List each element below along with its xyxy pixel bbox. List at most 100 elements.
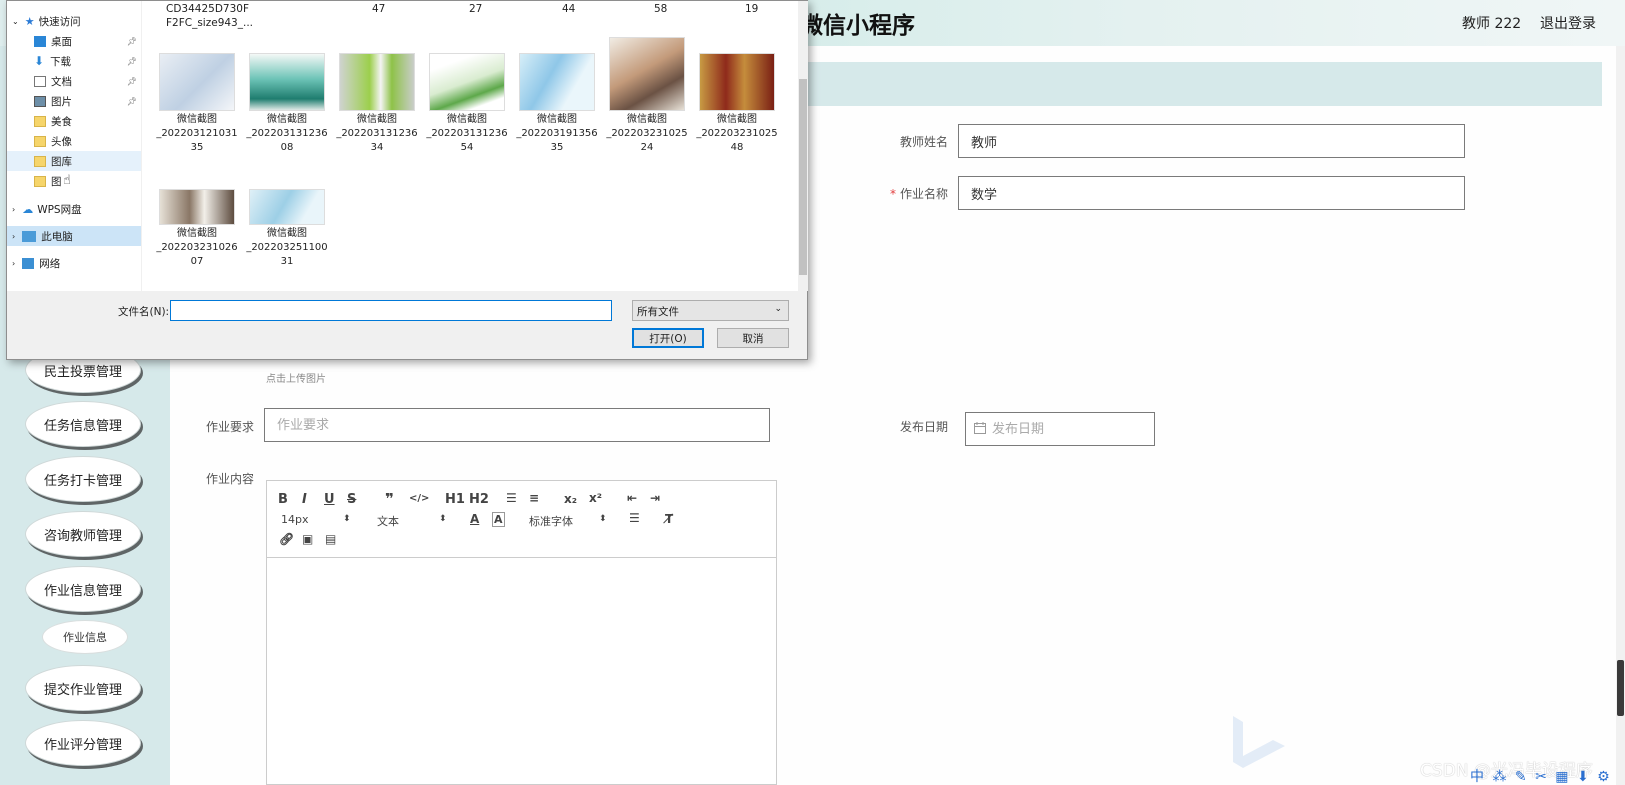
sort-arrows-icon: ⬍ [439,514,447,524]
file-thumbnail[interactable]: 微信截图 _202203231025 24 [606,37,688,155]
file-thumbnail[interactable]: 微信截图 _202203131236 34 [336,53,418,155]
publish-date-input[interactable] [992,413,1152,445]
image-icon[interactable]: ▣ [302,532,313,546]
nav-network[interactable]: › 网络 [7,253,141,273]
nav-label: 此电脑 [41,230,73,243]
clear-format-icon[interactable]: T̸ [665,512,673,526]
files-scrollbar-thumb[interactable] [799,79,807,275]
file-thumbnail[interactable]: 微信截图 _202203251100 31 [246,189,328,269]
file-name-partial[interactable]: 58 [654,3,667,15]
file-thumbnail[interactable]: 微信截图 _202203121031 35 [156,53,238,155]
heading1-icon[interactable]: H1 [445,492,465,507]
nav-pictures[interactable]: 图片 📌︎ [7,91,141,111]
file-name-partial[interactable]: CD34425D730F [166,3,249,15]
file-thumbnail[interactable]: 微信截图 _202203131236 08 [246,53,328,155]
upload-image-hint[interactable]: 点击上传图片 [266,370,326,385]
font-family-select[interactable]: 标准字体 ⬍ [529,513,609,529]
superscript-icon[interactable]: x² [589,491,602,505]
italic-icon[interactable]: I [302,492,307,507]
nav-downloads[interactable]: ⬇ 下载 📌︎ [7,51,141,71]
file-name-partial[interactable]: F2FC_size943_... [166,17,253,29]
nav-documents[interactable]: 文档 📌︎ [7,71,141,91]
requirement-label: 作业要求 [205,420,254,434]
sidebar-item-homework-info[interactable]: 作业信息管理 [25,566,141,612]
heading2-icon[interactable]: H2 [469,492,489,507]
file-name: _202203121031 [156,128,238,139]
ordered-list-icon[interactable]: ☰ [506,491,517,505]
nav-folder-avatar[interactable]: 头像 [7,131,141,151]
file-thumbnail[interactable]: 微信截图 _202203131236 54 [426,53,508,155]
file-name-partial[interactable]: 47 [372,3,385,15]
sidebar-item-task-info[interactable]: 任务信息管理 [25,401,141,447]
file-name: 34 [370,142,384,153]
file-name: 35 [190,142,204,153]
file-type-select[interactable]: 所有文件 ⌄ [632,300,789,321]
computer-icon [22,230,37,242]
file-name: 35 [550,142,564,153]
file-name: 微信截图 [177,114,217,125]
nav-label: 网络 [39,257,61,270]
page-scrollbar-thumb[interactable] [1617,660,1624,716]
file-thumbnail[interactable]: 微信截图 _202203231025 48 [696,53,778,155]
publish-date-label: 发布日期 [899,420,948,434]
files-scrollbar[interactable] [798,1,808,291]
nav-this-pc[interactable]: › 此电脑 [7,226,141,246]
image-thumbnail [249,53,325,111]
nav-quick-access[interactable]: ⌄ ★ 快速访问 [7,11,141,31]
bullet-list-icon[interactable]: ≡ [529,491,539,505]
file-thumbnail[interactable]: 微信截图 _202203231026 07 [156,189,238,269]
align-icon[interactable]: ☰ [629,511,640,525]
sidebar-item-homework-score[interactable]: 作业评分管理 [25,720,141,766]
link-icon[interactable]: 🔗︎ [279,532,294,546]
nav-label: 美食 [51,115,72,128]
file-thumbnail[interactable]: 微信截图 _202203191356 35 [516,53,598,155]
taskbar-tray-icons[interactable]: 中 ⁂ ✎ ✂ ▦ ⬇ ⚙ [1470,766,1612,785]
sidebar-item-task-checkin[interactable]: 任务打卡管理 [25,456,141,502]
nav-wps[interactable]: › ☁ WPS网盘 [7,199,141,219]
bold-icon[interactable]: B [278,492,288,507]
file-name-partial[interactable]: 19 [745,3,758,15]
nav-folder-pic[interactable]: 图 ☝ [7,171,141,191]
strikethrough-icon[interactable]: S [347,492,356,507]
sort-arrows-icon: ⬍ [599,514,607,524]
file-name-partial[interactable]: 27 [469,3,482,15]
font-size-select[interactable]: 14px ⬍ [281,513,353,526]
document-icon [34,75,46,87]
underline-icon[interactable]: U [324,492,335,507]
publish-date-picker[interactable] [965,412,1155,446]
file-name: _202203131236 [336,128,418,139]
page-scrollbar[interactable] [1616,46,1625,785]
homework-name-input[interactable] [958,176,1465,210]
rich-text-editor[interactable]: B I U S ❞ </> H1 H2 ☰ ≡ x₂ x² ⇤ ⇥ 14px ⬍… [266,480,777,785]
file-name-partial[interactable]: 44 [562,3,575,15]
sidebar-item-consult-teacher[interactable]: 咨询教师管理 [25,511,141,557]
pictures-icon [34,95,46,107]
indent-icon[interactable]: ⇥ [650,491,660,505]
file-name: 24 [640,142,654,153]
outdent-icon[interactable]: ⇤ [627,491,637,505]
logout-link[interactable]: 退出登录 [1540,13,1596,33]
open-button[interactable]: 打开(O) [632,328,704,348]
font-color-icon[interactable]: A [470,512,479,526]
file-name: 微信截图 [267,114,307,125]
cancel-button[interactable]: 取消 [717,328,789,348]
nav-folder-gallery[interactable]: 图库 [7,151,141,171]
sort-arrows-icon: ⬍ [343,514,351,524]
nav-folder-food[interactable]: 美食 [7,111,141,131]
text-type-select[interactable]: 文本 ⬍ [377,513,449,529]
file-name: 微信截图 [267,228,307,239]
quote-icon[interactable]: ❞ [385,490,394,508]
teacher-name-input[interactable] [958,124,1465,158]
nav-desktop[interactable]: 桌面 📌︎ [7,31,141,51]
requirement-input[interactable] [264,408,770,442]
filename-input[interactable] [170,300,612,321]
file-name: 54 [460,142,474,153]
sidebar-subitem-homework-info[interactable]: 作业信息 [42,620,128,654]
sidebar-item-submit-homework[interactable]: 提交作业管理 [25,665,141,711]
folder-icon [34,115,46,127]
subscript-icon[interactable]: x₂ [564,492,577,506]
background-color-icon[interactable]: A [492,512,505,527]
video-icon[interactable]: ▤ [325,532,336,546]
code-icon[interactable]: </> [409,493,429,504]
nav-label: WPS网盘 [37,203,82,216]
